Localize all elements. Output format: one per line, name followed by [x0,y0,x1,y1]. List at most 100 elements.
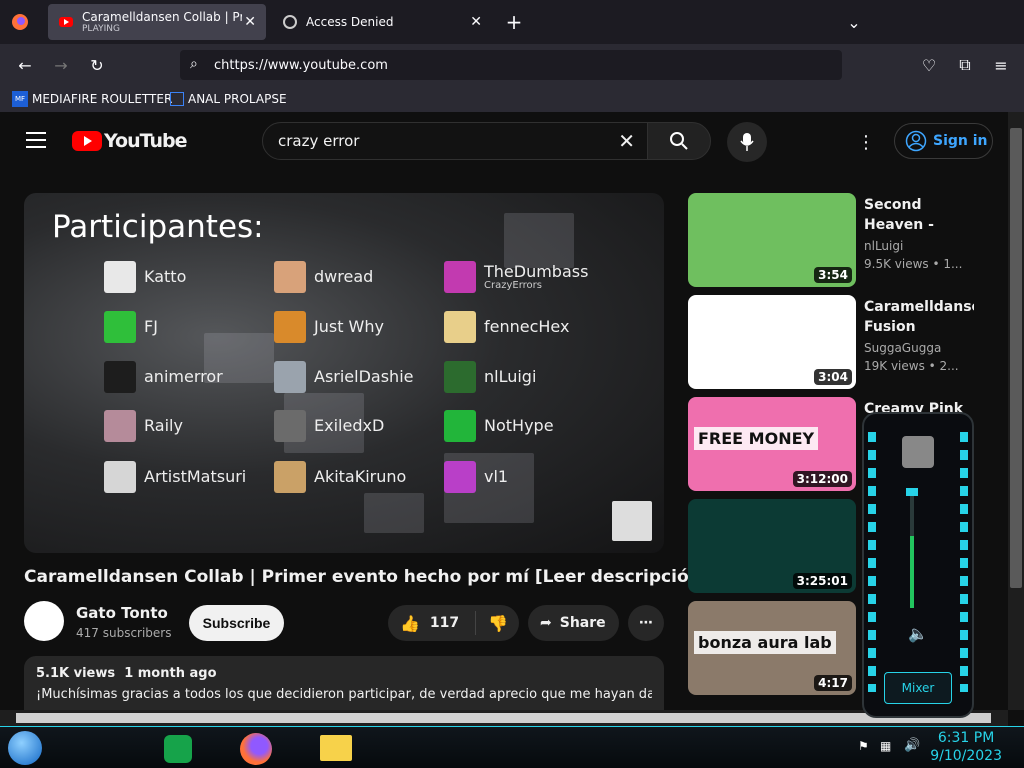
youtube-logo-icon [72,131,102,151]
hamburger-menu-icon[interactable]: ≡ [990,54,1012,76]
new-tab-plus-icon[interactable]: + [504,10,524,34]
participant-entry: fennecHex [444,311,569,343]
bookmark-second[interactable]: ANAL PROLAPSE [170,90,287,108]
channel-name[interactable]: Gato Tonto [76,604,168,622]
view-count: 5.1K views [36,666,116,681]
tab-caramelldansen[interactable]: Caramelldansen Collab | Primer PLAYING ✕ [48,4,266,40]
video-thumbnail[interactable]: bonza aura lab 4:17 [688,601,856,695]
clear-search-close-icon[interactable]: ✕ [618,129,635,153]
participant-entry: ExiledxD [274,410,384,442]
tray-volume-icon[interactable]: 🔊 [904,738,920,753]
thumbnail-caption: FREE MONEY [694,427,819,450]
search-input[interactable]: crazy error ✕ [262,122,648,160]
video-duration: 3:12:00 [792,471,852,487]
participant-avatar [104,410,136,442]
video-thumbnail[interactable]: 3:25:01 [688,499,856,593]
like-button[interactable]: 👍 117 [388,611,476,635]
share-arrow-icon: ➦ [540,615,552,631]
participant-name: dwread [314,267,374,287]
participant-avatar [274,311,306,343]
settings-more-icon[interactable]: ⋮ [856,132,876,153]
recommended-channel[interactable]: SuggaGugga [864,341,941,355]
taskbar-app-file-explorer-icon[interactable] [320,735,352,761]
start-orb-icon[interactable] [8,731,42,765]
volume-thumb[interactable] [906,488,918,496]
guide-menu-icon[interactable] [26,132,46,148]
tray-flag-icon[interactable]: ⚑ [858,739,869,753]
speaker-volume-icon[interactable]: 🔈 [908,624,928,643]
participant-avatar [104,361,136,393]
sign-in-button[interactable]: Sign in [894,123,993,159]
speaker-device-icon[interactable] [902,436,934,468]
video-thumbnail[interactable]: 3:04 [688,295,856,389]
recommended-video[interactable]: 3:04 Caramelldansen Fusion Collab! SuggaGu… [688,295,1008,389]
participant-name: animerror [144,367,223,387]
voice-search-button[interactable] [727,122,767,162]
tab-close-icon[interactable]: ✕ [470,14,482,30]
back-arrow-icon[interactable]: ← [14,54,36,76]
participant-entry: ArtistMatsuri [104,461,246,493]
participant-name: Katto [144,267,187,287]
recommended-video[interactable]: 3:54 Second Heaven - Crazy Error /... nlLu… [688,193,1008,287]
participant-avatar [274,361,306,393]
vertical-scrollbar[interactable] [1008,112,1024,710]
participant-avatar [444,461,476,493]
volume-slider[interactable] [906,488,928,608]
like-dislike-group: 👍 117 👎 [388,605,519,641]
recommended-channel[interactable]: nlLuigi [864,239,903,253]
tab-close-icon[interactable]: ✕ [244,14,256,30]
mixer-right-rail [960,432,968,692]
participant-entry: AkitaKiruno [274,461,406,493]
mediafire-icon: MF [12,91,28,107]
address-bar[interactable]: ⌕ chttps://www.youtube.com [180,50,842,80]
mixer-left-rail [868,432,876,692]
search-query-text: crazy error [278,132,360,150]
tab-access-denied[interactable]: Access Denied ✕ [272,4,492,40]
more-actions-button[interactable]: ⋯ [628,605,664,641]
scrollbar-thumb[interactable] [1010,128,1022,588]
recommended-title[interactable]: Caramelldansen Fusion Collab! [864,297,974,337]
recommended-title[interactable]: Second Heaven - Crazy Error /... [864,195,974,235]
tray-network-icon[interactable]: ▦ [880,739,891,753]
video-thumbnail[interactable]: 3:54 [688,193,856,287]
firefox-menu-icon[interactable] [10,12,30,32]
subscribe-button[interactable]: Subscribe [189,605,284,641]
taskbar-app-notes-icon[interactable] [164,735,192,763]
clock-time: 6:31 PM [937,730,995,746]
extensions-puzzle-icon[interactable]: ⧉ [954,54,976,76]
search-button[interactable] [647,122,711,160]
pocket-icon[interactable]: ♡ [918,54,940,76]
scrollbar-thumb[interactable] [16,713,991,723]
horizontal-scrollbar[interactable] [0,710,1008,726]
participant-avatar [104,311,136,343]
video-thumbnail[interactable]: FREE MONEY 3:12:00 [688,397,856,491]
logo-text: YouTube [104,130,187,152]
channel-watermark[interactable] [612,501,652,541]
channel-avatar[interactable] [24,601,64,641]
participant-entry: Raily [104,410,183,442]
video-player[interactable]: Participantes: Katto dwread TheDumbass Craz… [24,193,664,553]
participant-name: nlLuigi [484,367,537,387]
participant-entry: vl1 [444,461,508,493]
participant-avatar [444,261,476,293]
description-text: ¡Muchísimas gracias a todos los que deci… [36,687,652,702]
participant-entry: Just Why [274,311,384,343]
forward-arrow-icon[interactable]: → [50,54,72,76]
participant-entry: AsrielDashie [274,361,413,393]
bookmark-label: ANAL PROLAPSE [188,92,287,106]
participant-name: AkitaKiruno [314,467,407,487]
description-box[interactable]: 5.1K views 1 month ago ¡Muchísimas graci… [24,656,664,710]
youtube-logo[interactable]: YouTube [72,130,187,152]
list-tabs-chevron-down-icon[interactable]: ⌄ [844,12,864,32]
participant-name: fennecHex [484,317,570,337]
share-button[interactable]: ➦ Share [528,605,619,641]
reload-icon[interactable]: ↻ [86,54,108,76]
taskbar-app-firefox-icon[interactable] [240,733,272,765]
video-duration: 3:25:01 [792,573,852,589]
taskbar: ⚑ ▦ 🔊 6:31 PM 9/10/2023 [0,726,1024,768]
bookmark-mediafire[interactable]: MF MEDIAFIRE ROULETTER [12,90,172,108]
participant-name: ExiledxD [314,416,385,436]
system-clock[interactable]: 6:31 PM 9/10/2023 [930,729,1002,765]
mixer-button[interactable]: Mixer [884,672,952,704]
dislike-button[interactable]: 👎 [476,614,508,633]
